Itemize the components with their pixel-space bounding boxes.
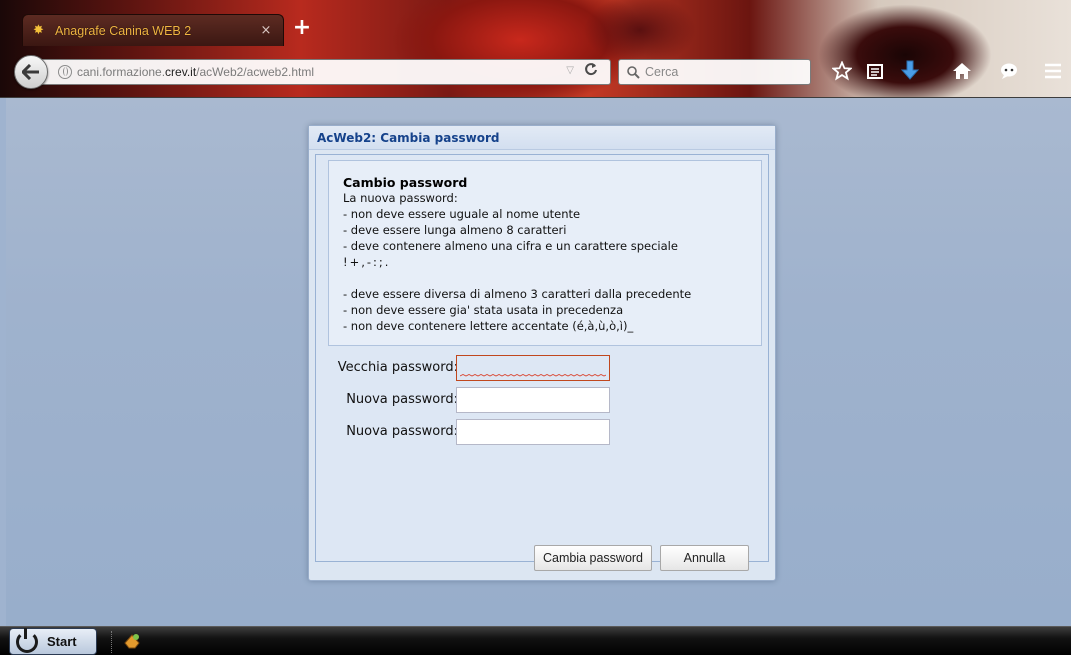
rule-line: La nuova password: [343, 191, 458, 205]
confirm-password-row: Nuova password: [316, 419, 770, 445]
reading-list-icon[interactable] [863, 59, 887, 83]
dialog-footer: Cambia password Annulla [309, 545, 775, 595]
reload-icon[interactable] [584, 62, 598, 80]
password-rules-panel: Cambio password La nuova password: - non… [328, 160, 762, 346]
rule-line: - deve contenere almeno una cifra e un c… [343, 239, 678, 253]
rules-heading: Cambio password [343, 175, 468, 190]
close-tab-icon[interactable]: × [259, 23, 273, 38]
old-password-field[interactable] [456, 355, 610, 381]
back-button[interactable] [14, 55, 48, 89]
quicklaunch-app-icon[interactable] [122, 631, 142, 651]
start-button[interactable]: Start [9, 627, 97, 655]
cancel-button[interactable]: Annulla [660, 545, 749, 571]
rule-line: - non deve contenere lettere accentate (… [343, 319, 634, 333]
new-password-field[interactable] [456, 387, 610, 413]
site-identity-icon[interactable] [58, 65, 72, 79]
url-text[interactable]: cani.formazione.crev.it/acWeb2/acweb2.ht… [77, 65, 314, 79]
browser-chrome: ✸ Anagrafe Canina WEB 2 × + cani.formazi… [0, 0, 1071, 98]
navigation-bar: cani.formazione.crev.it/acWeb2/acweb2.ht… [0, 50, 1071, 94]
taskbar: Start [0, 626, 1071, 655]
rule-line: - non deve essere uguale al nome utente [343, 207, 581, 221]
download-icon[interactable] [898, 59, 922, 83]
back-icon [22, 64, 39, 80]
new-tab-icon[interactable]: + [292, 17, 312, 39]
bookmark-star-icon[interactable] [830, 59, 854, 83]
change-password-dialog: AcWeb2: Cambia password Cambio password … [308, 125, 776, 581]
power-icon [16, 627, 38, 653]
rule-line: - non deve essere gia' stata usata in pr… [343, 303, 624, 317]
home-icon[interactable] [950, 59, 974, 83]
rule-spacer [343, 270, 761, 286]
rule-line: - deve essere lunga almeno 8 caratteri [343, 223, 567, 237]
tab-title: Anagrafe Canina WEB 2 [55, 23, 192, 38]
invalid-underline [460, 374, 606, 377]
old-password-row: Vecchia password: [316, 355, 770, 381]
new-password-row: Nuova password: [316, 387, 770, 413]
browser-tab[interactable]: ✸ Anagrafe Canina WEB 2 × [22, 14, 284, 46]
change-password-button[interactable]: Cambia password [534, 545, 652, 571]
dialog-title: AcWeb2: Cambia password [309, 126, 775, 150]
confirm-password-label: Nuova password: [346, 424, 458, 439]
dialog-body: Cambio password La nuova password: - non… [315, 154, 769, 562]
taskbar-separator [111, 631, 113, 653]
rule-line: - deve essere diversa di almeno 3 caratt… [343, 287, 692, 301]
menu-icon[interactable] [1041, 59, 1065, 83]
chat-icon[interactable] [997, 59, 1021, 83]
new-password-label: Nuova password: [346, 392, 458, 407]
url-dropdown-icon[interactable]: ▽ [566, 65, 574, 76]
old-password-label: Vecchia password: [337, 360, 458, 375]
url-bar[interactable]: cani.formazione.crev.it/acWeb2/acweb2.ht… [40, 59, 611, 85]
confirm-password-field[interactable] [456, 419, 610, 445]
paw-favicon-icon: ✸ [33, 22, 44, 38]
rule-line: !+,-:;. [343, 255, 391, 269]
search-input[interactable]: Cerca [618, 59, 811, 85]
search-icon [627, 65, 640, 79]
start-label: Start [47, 634, 77, 649]
